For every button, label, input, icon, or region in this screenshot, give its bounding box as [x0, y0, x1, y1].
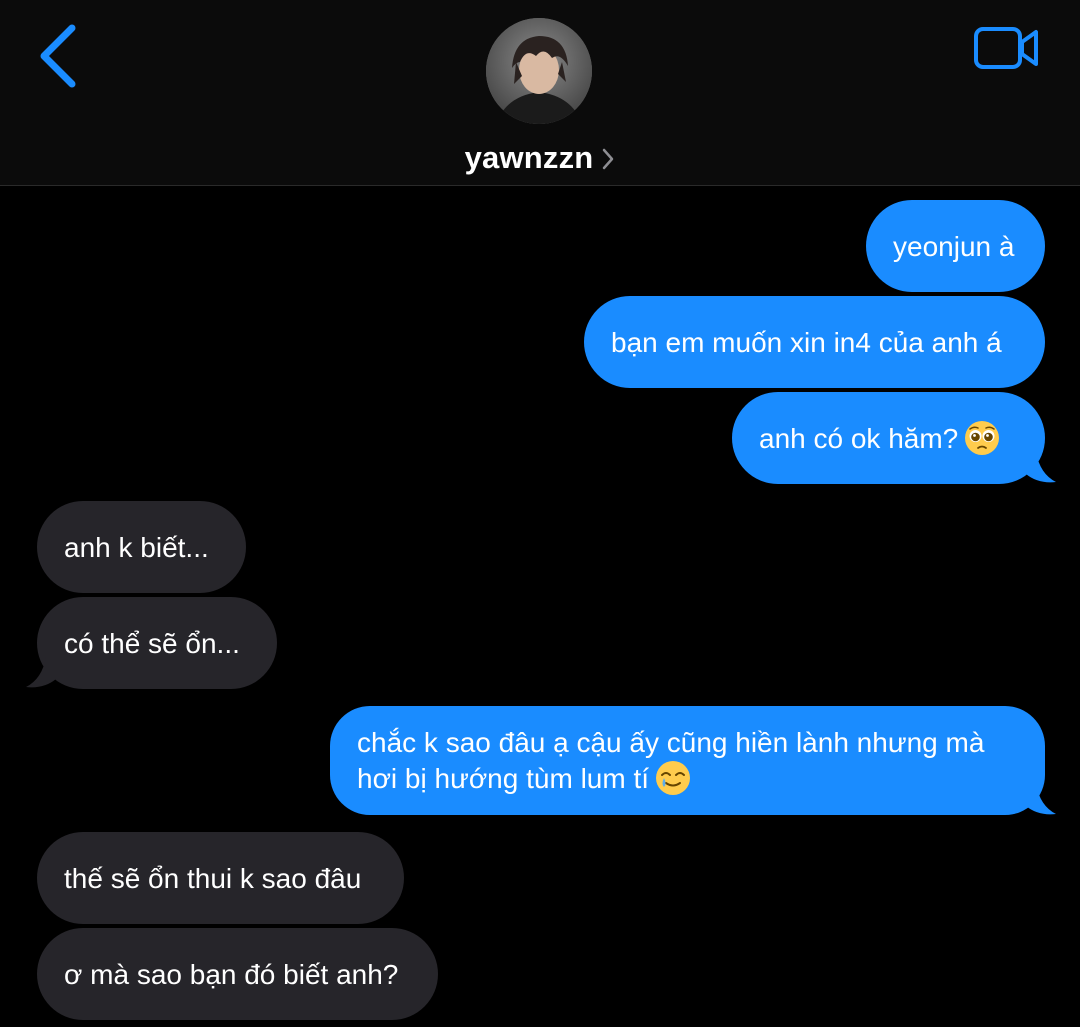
back-button[interactable] — [34, 22, 84, 92]
bubble-tail — [1026, 784, 1056, 815]
message-text: yeonjun à — [893, 230, 1015, 262]
contact-avatar[interactable] — [486, 18, 592, 124]
incoming-message[interactable]: thế sẽ ổn thui k sao đâu — [37, 832, 404, 924]
message-text: anh k biết... — [64, 531, 209, 563]
chevron-left-icon — [40, 24, 76, 88]
incoming-message[interactable]: có thể sẽ ổn... — [37, 597, 277, 689]
message-text: anh có ok hăm? — [759, 422, 959, 454]
smiling-face-with-tear-icon — [656, 761, 691, 795]
message-text: chắc k sao đâu ạ cậu ấy cũng hiền lành n… — [357, 727, 985, 795]
incoming-message[interactable]: ơ mà sao bạn đó biết anh? — [37, 928, 438, 1020]
outgoing-message[interactable]: chắc k sao đâu ạ cậu ấy cũng hiền lành n… — [330, 706, 1045, 815]
message-text: có thể sẽ ổn... — [64, 627, 240, 659]
outgoing-message[interactable]: yeonjun à — [866, 200, 1045, 292]
contact-name: yawnzzn — [464, 140, 594, 175]
outgoing-message[interactable]: bạn em muốn xin in4 của anh á — [584, 296, 1045, 388]
video-camera-icon — [974, 27, 1038, 69]
outgoing-message[interactable]: anh có ok hăm? — [732, 392, 1045, 484]
contact-name-button[interactable]: yawnzzn — [0, 136, 1080, 180]
message-text: ơ mà sao bạn đó biết anh? — [64, 958, 399, 990]
pleading-face-icon — [965, 421, 1000, 455]
video-call-button[interactable] — [972, 24, 1042, 74]
conversation-header: yawnzzn — [0, 0, 1080, 186]
bubble-tail — [26, 657, 56, 688]
message-text: thế sẽ ổn thui k sao đâu — [64, 862, 362, 894]
message-text: bạn em muốn xin in4 của anh á — [611, 326, 1002, 358]
bubble-tail — [1026, 452, 1056, 483]
incoming-message[interactable]: anh k biết... — [37, 501, 246, 593]
chevron-right-icon — [603, 148, 614, 170]
